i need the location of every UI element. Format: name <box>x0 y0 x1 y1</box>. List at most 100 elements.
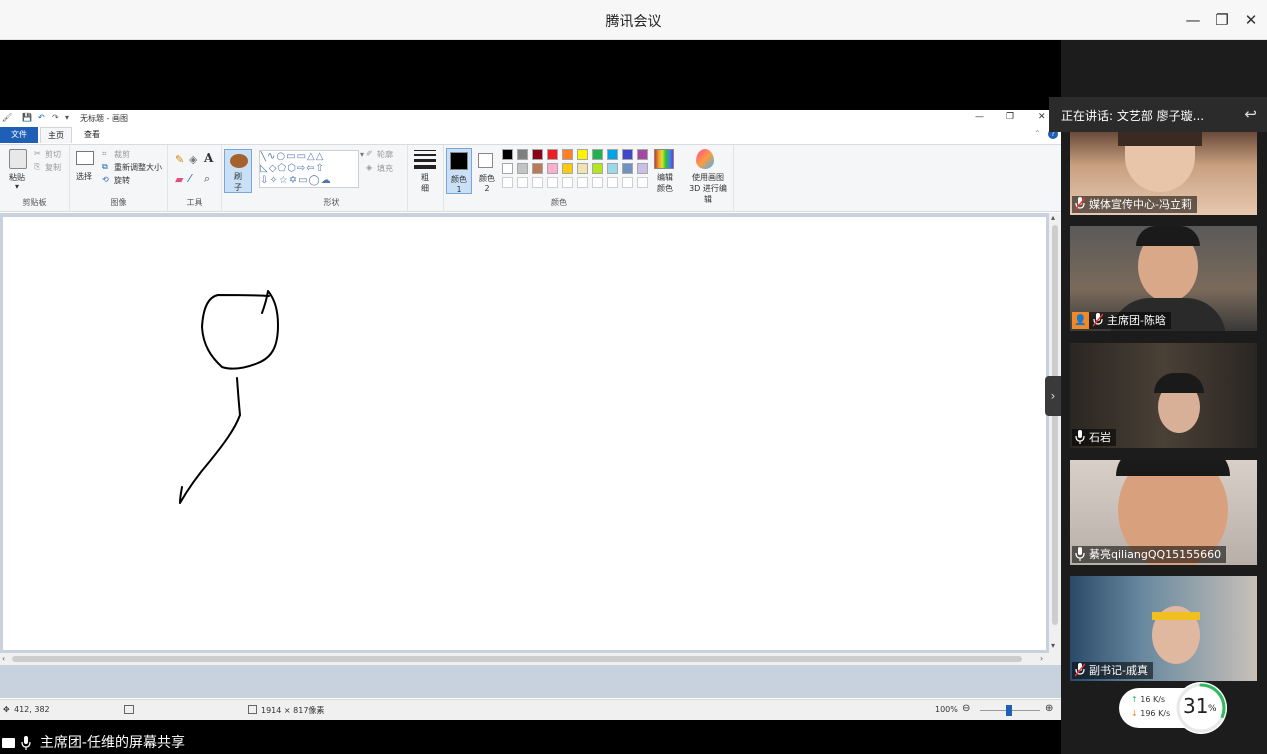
pencil-icon[interactable]: ✎ <box>175 153 184 166</box>
vertical-scroll-thumb[interactable] <box>1052 225 1058 625</box>
shapes-scroll-icon[interactable]: ▾ <box>360 150 364 159</box>
fill-button[interactable]: 填充 <box>377 163 393 174</box>
palette-swatch[interactable] <box>547 163 558 174</box>
minimize-button[interactable]: — <box>1183 10 1203 30</box>
participant-tile[interactable]: 媒体宣传中心-冯立莉 <box>1070 132 1257 215</box>
paint-restore-icon[interactable]: ❐ <box>1006 112 1014 122</box>
palette-swatch[interactable] <box>562 149 573 160</box>
palette-swatch[interactable] <box>517 163 528 174</box>
palette-swatch[interactable] <box>547 149 558 160</box>
palette-swatch[interactable] <box>517 149 528 160</box>
color1-button[interactable]: 颜色 1 <box>446 148 472 194</box>
palette-swatch[interactable] <box>592 149 603 160</box>
palette-swatch[interactable] <box>607 177 618 188</box>
close-button[interactable]: ✕ <box>1241 10 1261 30</box>
palette-swatch[interactable] <box>562 163 573 174</box>
scroll-up-icon[interactable]: ▴ <box>1051 213 1055 222</box>
undo-icon[interactable]: ↶ <box>38 113 45 122</box>
fill-icon: ◈ <box>366 163 373 172</box>
colors-group-label: 颜色 <box>551 198 567 207</box>
participant-tile[interactable]: 副书记-戚真 <box>1070 576 1257 681</box>
size-button[interactable]: 粗细 <box>418 172 432 194</box>
fill-bucket-icon[interactable]: ◈ <box>189 153 197 166</box>
save-icon[interactable]: 💾 <box>22 113 32 122</box>
palette-swatch[interactable] <box>592 177 603 188</box>
select-button[interactable]: 选择 <box>76 171 92 182</box>
palette-swatch[interactable] <box>622 177 633 188</box>
scroll-down-icon[interactable]: ▾ <box>1051 641 1055 650</box>
color2-button[interactable]: 颜色 2 <box>474 148 500 194</box>
paint-close-icon[interactable]: ✕ <box>1038 112 1046 122</box>
participant-tile[interactable]: 👤 主席团-陈晗 <box>1070 226 1257 331</box>
participant-tile[interactable]: 石岩 <box>1070 343 1257 448</box>
palette-swatch[interactable] <box>607 163 618 174</box>
scroll-right-icon[interactable]: › <box>1040 654 1043 663</box>
brush-label: 刷子 <box>234 172 242 192</box>
zoom-out-icon[interactable]: ⊖ <box>962 703 970 714</box>
palette-swatch[interactable] <box>622 149 633 160</box>
palette-swatch[interactable] <box>637 177 648 188</box>
collapse-panel-button[interactable]: › <box>1045 376 1061 416</box>
shared-screen: 🖌 💾 ↶ ↷ ▾ 无标题 - 画图 — ❐ ✕ 文件 主页 查看 ⌃ ? 粘贴… <box>0 40 1061 730</box>
zoom-slider-thumb[interactable] <box>1006 705 1012 716</box>
select-icon[interactable] <box>76 151 94 165</box>
palette-swatch[interactable] <box>577 149 588 160</box>
tab-home[interactable]: 主页 <box>40 127 72 143</box>
palette-swatch[interactable] <box>577 163 588 174</box>
rotate-button[interactable]: 旋转 <box>114 175 130 186</box>
drawing-canvas[interactable] <box>3 217 1046 650</box>
palette-swatch[interactable] <box>532 149 543 160</box>
palette-swatch[interactable] <box>547 177 558 188</box>
vertical-scrollbar[interactable]: ▴ ▾ <box>1049 213 1061 653</box>
palette-swatch[interactable] <box>517 177 528 188</box>
paint-minimize-icon[interactable]: — <box>975 112 984 122</box>
magnifier-icon[interactable]: ⌕ <box>204 172 210 186</box>
color-picker-icon[interactable]: ⁄ <box>189 172 191 185</box>
palette-swatch[interactable] <box>562 177 573 188</box>
palette-swatch[interactable] <box>502 163 513 174</box>
paint3d-button[interactable]: 使用画图 3D 进行编辑 <box>686 172 730 205</box>
shapes-gallery[interactable]: ╲∿○▭▭△△ ◺◇⬠⬡⇨⇦⇧ ⇩✧☆✡▭◯☁ <box>259 150 359 188</box>
restore-button[interactable]: ❐ <box>1212 10 1232 30</box>
participant-name-tag: 石岩 <box>1072 429 1116 446</box>
palette-swatch[interactable] <box>502 149 513 160</box>
palette-swatch[interactable] <box>532 177 543 188</box>
scroll-left-icon[interactable]: ‹ <box>2 654 5 663</box>
palette-swatch[interactable] <box>532 163 543 174</box>
horizontal-scrollbar[interactable]: ‹ › <box>0 653 1061 665</box>
participant-hair <box>1154 373 1204 393</box>
outline-icon: ✐ <box>366 149 373 158</box>
tab-file[interactable]: 文件 <box>0 127 38 143</box>
eraser-icon[interactable]: ▰ <box>175 173 183 186</box>
size-lines-icon[interactable] <box>414 150 436 169</box>
palette-swatch[interactable] <box>622 163 633 174</box>
shapes-group: ╲∿○▭▭△△ ◺◇⬠⬡⇨⇦⇧ ⇩✧☆✡▭◯☁ ▾ ✐ 轮廓 ◈ 填充 形状 <box>256 145 408 211</box>
paste-dropdown-icon[interactable]: ▾ <box>15 182 19 191</box>
zoom-in-icon[interactable]: ⊕ <box>1045 703 1053 714</box>
brush-icon <box>230 154 248 168</box>
cut-button[interactable]: 剪切 <box>45 149 61 160</box>
download-speed: ↓ 196 K/s <box>1131 709 1171 718</box>
return-icon[interactable]: ↩ <box>1244 105 1257 123</box>
palette-swatch[interactable] <box>592 163 603 174</box>
quick-access-dropdown-icon[interactable]: ▾ <box>65 113 69 122</box>
crop-button[interactable]: 裁剪 <box>114 149 130 160</box>
edit-colors-button[interactable]: 编辑颜色 <box>654 172 676 194</box>
resize-button[interactable]: 重新调整大小 <box>114 162 162 173</box>
copy-button[interactable]: 复制 <box>45 162 61 173</box>
palette-swatch[interactable] <box>637 163 648 174</box>
mic-muted-icon <box>1075 197 1085 211</box>
palette-swatch[interactable] <box>637 149 648 160</box>
outline-button[interactable]: 轮廓 <box>377 149 393 160</box>
text-tool-icon[interactable]: A <box>204 151 213 165</box>
participant-tile[interactable]: 綦亮qiliangQQ15155660 <box>1070 460 1257 565</box>
brush-button[interactable]: 刷子 <box>224 149 252 193</box>
collapse-ribbon-icon[interactable]: ⌃ <box>1034 129 1041 138</box>
horizontal-scroll-thumb[interactable] <box>12 656 1022 662</box>
redo-icon[interactable]: ↷ <box>52 113 59 122</box>
paste-icon[interactable] <box>9 149 27 169</box>
palette-swatch[interactable] <box>502 177 513 188</box>
palette-swatch[interactable] <box>577 177 588 188</box>
palette-swatch[interactable] <box>607 149 618 160</box>
tab-view[interactable]: 查看 <box>76 127 108 143</box>
